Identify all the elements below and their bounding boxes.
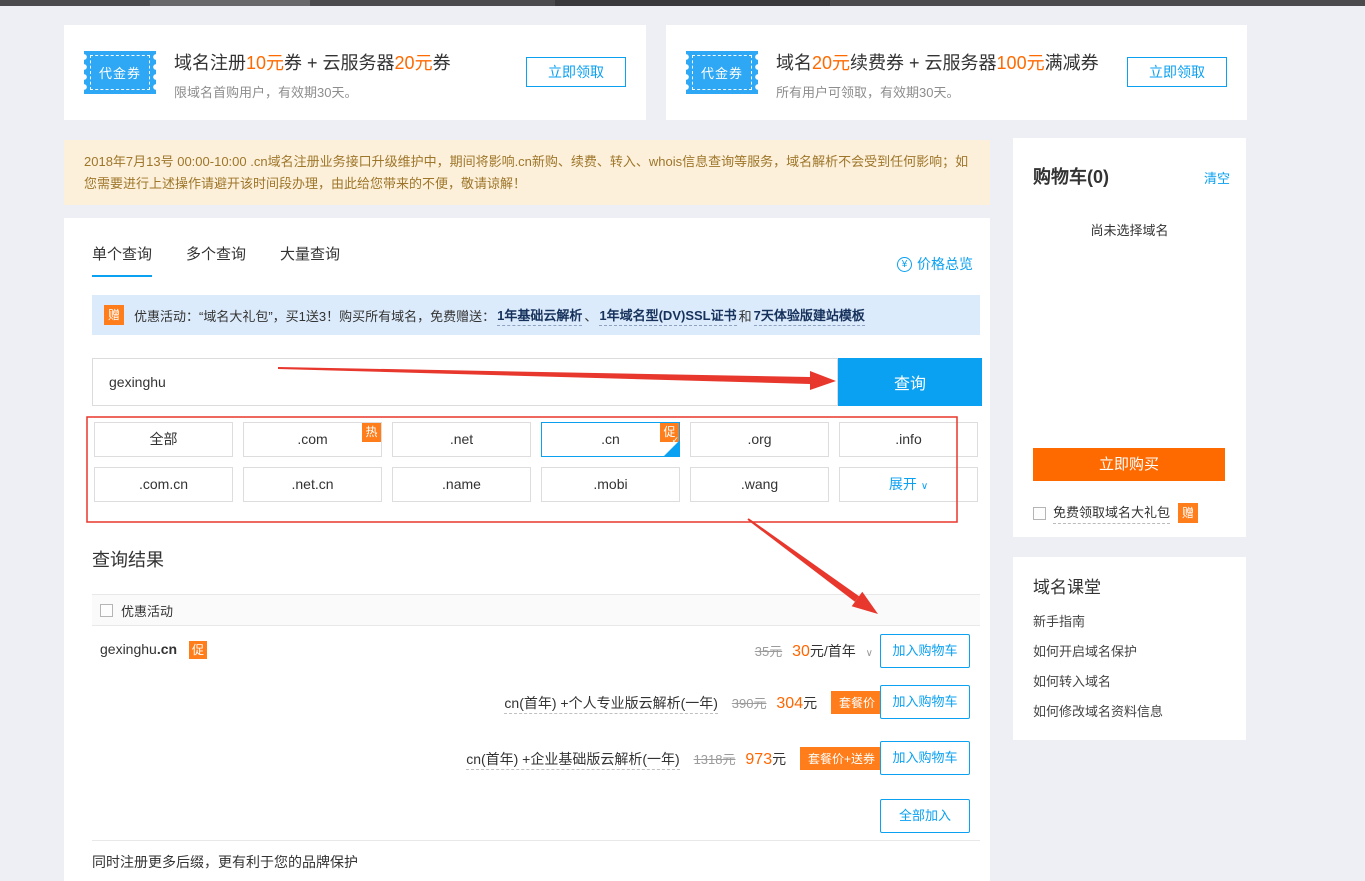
promo-link-cloud-dns[interactable]: 1年基础云解析	[497, 305, 582, 326]
check-icon	[663, 440, 680, 457]
tab-multi-query[interactable]: 多个查询	[186, 243, 246, 277]
classroom-link-beginner-guide[interactable]: 新手指南	[1033, 611, 1085, 630]
tld-net[interactable]: .net	[392, 422, 531, 457]
claim-coupon-button[interactable]: 立即领取	[1127, 57, 1227, 87]
gift-badge: 赠	[104, 305, 124, 325]
brand-protection-note: 同时注册更多后缀，更有利于您的品牌保护	[92, 852, 358, 872]
buy-now-button[interactable]: 立即购买	[1033, 448, 1225, 481]
results-heading: 查询结果	[92, 546, 164, 572]
tab-bulk-query[interactable]: 大量查询	[280, 243, 340, 277]
maintenance-notice: 2018年7月13号 00:00-10:00 .cn域名注册业务接口升级维护中，…	[64, 140, 990, 205]
tld-all[interactable]: 全部	[94, 422, 233, 457]
clear-cart-button[interactable]: 清空	[1204, 168, 1230, 187]
package-row: cn(首年) +个人专业版云解析(一年) 390元 304元 套餐价	[92, 685, 980, 719]
yen-circle-icon: ¥	[897, 257, 912, 272]
package-name[interactable]: cn(首年) +企业基础版云解析(一年)	[466, 751, 680, 770]
domain-query-panel: 单个查询 多个查询 大量查询 ¥ 价格总览 赠 优惠活动：“域名大礼包”，买1送…	[64, 218, 990, 881]
domain-classroom-panel: 域名课堂 新手指南 如何开启域名保护 如何转入域名 如何修改域名资料信息	[1013, 557, 1246, 740]
tld-com-cn[interactable]: .com.cn	[94, 467, 233, 502]
query-tabs: 单个查询 多个查询 大量查询	[92, 243, 374, 277]
tld-mobi[interactable]: .mobi	[541, 467, 680, 502]
promo-bar: 赠 优惠活动：“域名大礼包”，买1送3！购买所有域名，免费赠送： 1年基础云解析…	[92, 295, 980, 335]
coupon-ticket-icon: 代金券	[84, 51, 156, 94]
add-to-cart-button[interactable]: 加入购物车	[880, 634, 970, 668]
coupon-banner-1: 代金券 域名注册10元券 + 云服务器20元券 限域名首购用户，有效期30天。 …	[64, 25, 646, 120]
promo-filter-row: 优惠活动	[92, 594, 980, 626]
tld-net-cn[interactable]: .net.cn	[243, 467, 382, 502]
coupon-ticket-label: 代金券	[692, 55, 752, 90]
old-price: 35元	[755, 644, 782, 659]
coupon-ticket-label: 代金券	[90, 55, 150, 90]
classroom-link-domain-protection[interactable]: 如何开启域名保护	[1033, 641, 1137, 660]
tld-info[interactable]: .info	[839, 422, 978, 457]
price-dropdown-icon[interactable]: ∨	[866, 648, 873, 659]
promo-link-ssl-cert[interactable]: 1年域名型(DV)SSL证书	[599, 305, 736, 326]
old-price: 390元	[732, 696, 767, 711]
package-price: 973	[745, 751, 772, 768]
gift-pack-row: 免费领取域名大礼包 赠	[1033, 502, 1198, 524]
hot-badge: 热	[362, 423, 381, 442]
coupon-banner-2: 代金券 域名20元续费券 + 云服务器100元满减券 所有用户可领取，有效期30…	[666, 25, 1247, 120]
price-overview-label: 价格总览	[917, 254, 973, 274]
coupon-subtitle: 限域名首购用户，有效期30天。	[174, 82, 357, 101]
package-price: 304	[776, 695, 803, 712]
tld-cn[interactable]: .cn促	[541, 422, 680, 457]
expand-tlds-button[interactable]: 展开∨	[839, 467, 978, 502]
coupon-title: 域名注册10元券 + 云服务器20元券	[174, 49, 451, 75]
add-to-cart-button[interactable]: 加入购物车	[880, 741, 970, 775]
tld-com[interactable]: .com热	[243, 422, 382, 457]
price-overview-link[interactable]: ¥ 价格总览	[897, 254, 973, 274]
package-row: cn(首年) +企业基础版云解析(一年) 1318元 973元 套餐价+送券	[92, 741, 980, 775]
promo-filter-label: 优惠活动	[121, 601, 173, 620]
tld-org[interactable]: .org	[690, 422, 829, 457]
gift-pack-label[interactable]: 免费领取域名大礼包	[1053, 502, 1170, 524]
coupon-title: 域名20元续费券 + 云服务器100元满减券	[776, 49, 1099, 75]
gift-pack-checkbox[interactable]	[1033, 507, 1046, 520]
claim-coupon-button[interactable]: 立即领取	[526, 57, 626, 87]
promo-badge: 促	[189, 641, 207, 659]
promo-filter-checkbox[interactable]	[100, 604, 113, 617]
result-domain-name: gexinghu.cn促	[100, 641, 207, 659]
promo-text: 优惠活动：“域名大礼包”，买1送3！购买所有域名，免费赠送：	[134, 306, 495, 325]
shopping-cart-panel: 购物车(0) 清空 尚未选择域名 立即购买 免费领取域名大礼包 赠	[1013, 138, 1246, 537]
domain-result-row: gexinghu.cn促 35元 30元/首年 ∨	[92, 626, 980, 676]
classroom-link-transfer-domain[interactable]: 如何转入域名	[1033, 671, 1111, 690]
classroom-link-modify-domain-info[interactable]: 如何修改域名资料信息	[1033, 701, 1163, 720]
promo-link-site-template[interactable]: 7天体验版建站模板	[754, 305, 865, 326]
coupon-ticket-icon: 代金券	[686, 51, 758, 94]
section-divider	[92, 840, 980, 841]
browser-top-strip	[0, 0, 1365, 6]
domain-search-input[interactable]	[92, 358, 838, 406]
cart-title: 购物车(0)	[1033, 163, 1109, 189]
add-to-cart-button[interactable]: 加入购物车	[880, 685, 970, 719]
chevron-down-icon: ∨	[921, 481, 928, 492]
tab-single-query[interactable]: 单个查询	[92, 243, 152, 277]
domain-price: 35元 30元/首年 ∨	[755, 641, 873, 661]
old-price: 1318元	[694, 752, 736, 767]
tld-wang[interactable]: .wang	[690, 467, 829, 502]
package-name[interactable]: cn(首年) +个人专业版云解析(一年)	[504, 695, 718, 714]
bundle-price-badge: 套餐价	[831, 691, 883, 714]
tld-name[interactable]: .name	[392, 467, 531, 502]
classroom-title: 域名课堂	[1033, 573, 1101, 598]
coupon-subtitle: 所有用户可领取，有效期30天。	[776, 82, 959, 101]
search-button[interactable]: 查询	[838, 358, 982, 406]
add-all-button[interactable]: 全部加入	[880, 799, 970, 833]
gift-badge: 赠	[1178, 503, 1198, 523]
current-price: 30	[792, 643, 810, 660]
domain-search-page: 代金券 域名注册10元券 + 云服务器20元券 限域名首购用户，有效期30天。 …	[0, 0, 1365, 881]
cart-empty-message: 尚未选择域名	[1013, 220, 1246, 239]
bundle-coupon-badge: 套餐价+送券	[800, 747, 883, 770]
